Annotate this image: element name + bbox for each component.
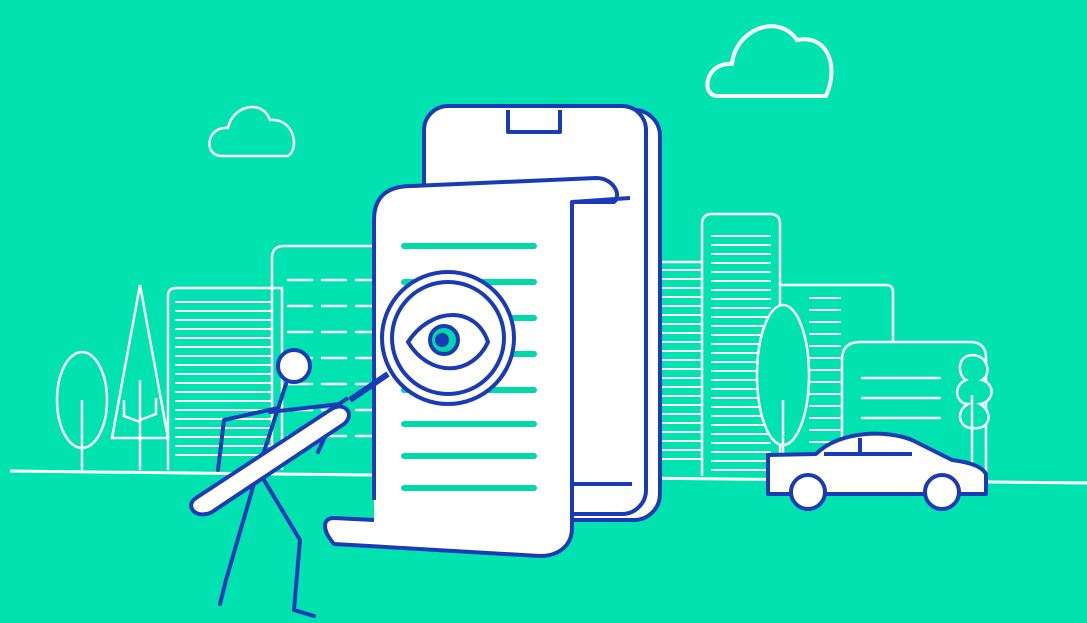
illustration (0, 0, 1087, 623)
illustration-svg (0, 0, 1087, 623)
